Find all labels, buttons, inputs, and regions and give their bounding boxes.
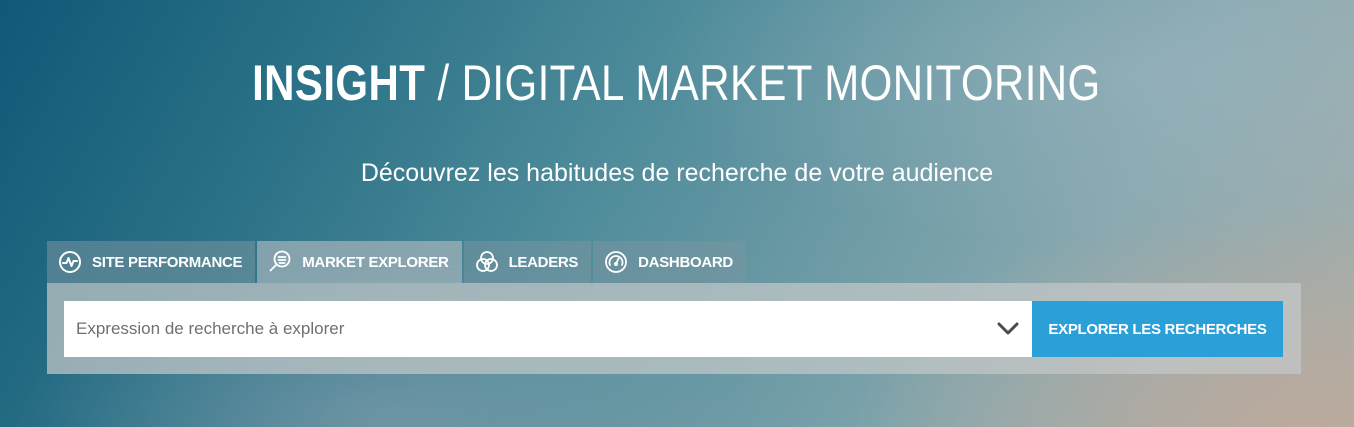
venn-circles-icon <box>475 250 499 274</box>
product-tagline: DIGITAL MARKET MONITORING <box>461 55 1101 111</box>
tab-market-explorer[interactable]: MARKET EXPLORER <box>257 241 462 283</box>
tab-dashboard[interactable]: DASHBOARD <box>593 241 746 283</box>
tab-site-performance[interactable]: SITE PERFORMANCE <box>47 241 256 283</box>
tab-leaders[interactable]: LEADERS <box>463 241 592 283</box>
magnifier-list-icon <box>268 250 292 274</box>
tab-label: LEADERS <box>508 253 579 271</box>
search-field <box>64 301 1032 357</box>
title-separator: / <box>425 55 462 111</box>
tab-label: DASHBOARD <box>638 253 733 271</box>
search-input[interactable] <box>64 301 984 357</box>
gauge-icon <box>604 250 628 274</box>
brand-name: INSIGHT <box>252 55 426 111</box>
page-title: INSIGHT / DIGITAL MARKET MONITORING <box>108 48 1245 118</box>
tab-label: SITE PERFORMANCE <box>92 253 243 271</box>
search-panel: EXPLORER LES RECHERCHES <box>47 283 1301 374</box>
tool-tabs: SITE PERFORMANCE MARKET EXPLORER LEADERS <box>47 241 746 283</box>
explore-searches-button[interactable]: EXPLORER LES RECHERCHES <box>1032 301 1283 357</box>
page-subtitle: Découvrez les habitudes de recherche de … <box>360 159 994 187</box>
chevron-down-icon[interactable] <box>994 315 1022 343</box>
pulse-icon <box>58 250 82 274</box>
tab-label: MARKET EXPLORER <box>302 253 449 271</box>
